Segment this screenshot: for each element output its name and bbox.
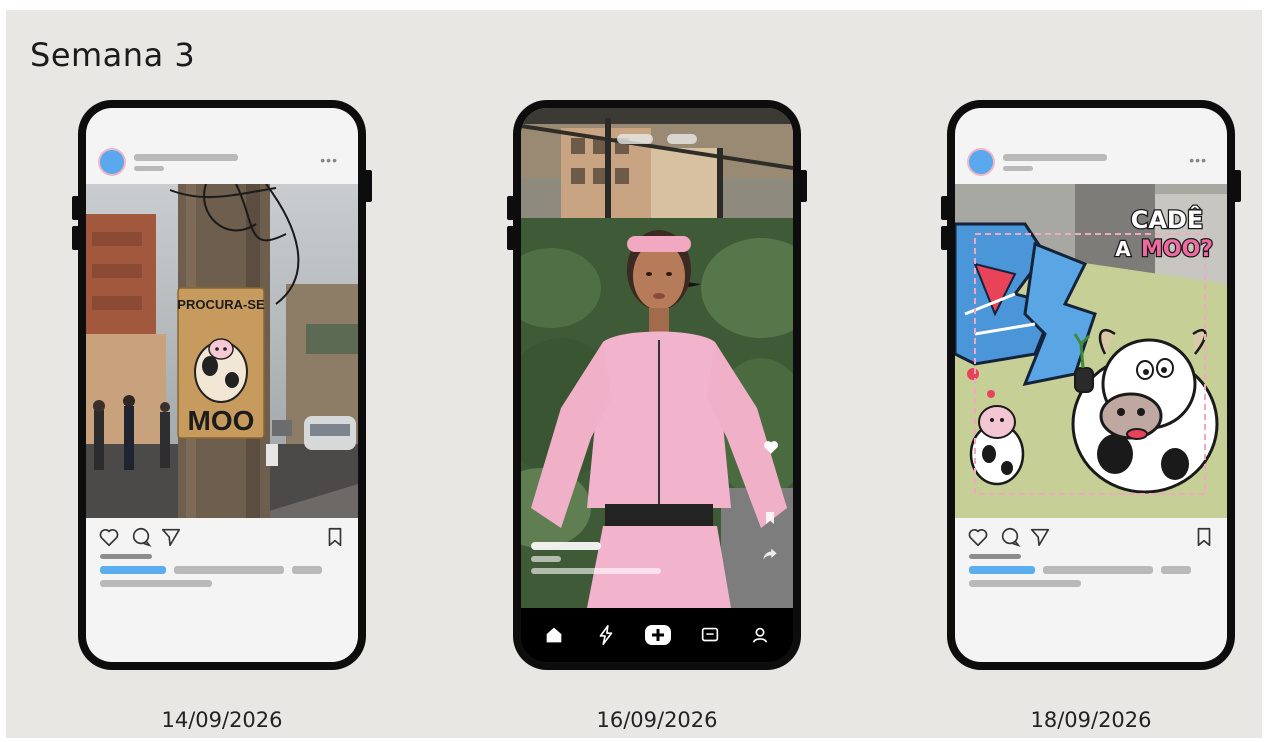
avatar [969,150,993,174]
home-icon[interactable] [543,624,565,646]
post-actions [98,526,344,550]
woman-pink-tracksuit-photo[interactable] [521,108,793,608]
comment-icon[interactable] [130,526,152,548]
post-date: 18/09/2026 [1030,708,1152,732]
phone-screen: ••• [86,108,358,662]
reels-icon[interactable] [595,624,617,646]
bookmark-icon[interactable] [762,510,778,526]
post-photo[interactable]: CADÊ A MOO? [955,184,1227,518]
profile-icon[interactable] [749,624,771,646]
reel-bottom-nav [521,608,793,662]
post-header: ••• [86,146,358,186]
phone-mockup-2: 16/09/2026 [507,100,807,732]
overlay-cade-text: CADÊ [1131,205,1204,234]
overlay-moo-text: MOO? [1141,237,1213,262]
moodboard-canvas: Semana 3 ••• PROCURA-SE MOO 14/09/2026 1… [6,10,1262,738]
phone-mockup-3: ••• CADÊ A MOO? 18/09/2026 [941,100,1241,732]
poster-headline: PROCURA-SE [177,297,265,312]
overlay-a-text: A [1115,237,1131,261]
more-icon[interactable]: ••• [320,152,338,168]
post-actions [967,526,1213,550]
graffiti-cow-mural-photo: CADÊ A MOO? [955,184,1227,518]
bookmark-icon[interactable] [324,526,346,548]
heart-icon[interactable] [967,526,989,548]
share-icon[interactable] [1029,526,1051,548]
heart-icon[interactable] [762,438,780,456]
post-photo[interactable]: PROCURA-SE MOO [86,184,358,518]
share-icon[interactable] [762,546,778,562]
street-pole-poster-photo: PROCURA-SE MOO [86,184,358,518]
heart-icon[interactable] [98,526,120,548]
phone-screen: ••• [955,108,1227,662]
post-date: 14/09/2026 [161,708,283,732]
page-title: Semana 3 [30,36,196,74]
post-date: 16/09/2026 [596,708,718,732]
avatar [100,150,124,174]
comment-icon[interactable] [999,526,1021,548]
phone-screen [521,108,793,662]
add-icon[interactable] [643,620,673,650]
share-icon[interactable] [160,526,182,548]
post-header: ••• [955,146,1227,186]
more-icon[interactable]: ••• [1189,152,1207,168]
messages-icon[interactable] [699,624,721,646]
poster-moo-text: MOO [188,405,255,436]
bookmark-icon[interactable] [1193,526,1215,548]
phone-mockup-1: ••• PROCURA-SE MOO 14/09/2026 [72,100,372,732]
